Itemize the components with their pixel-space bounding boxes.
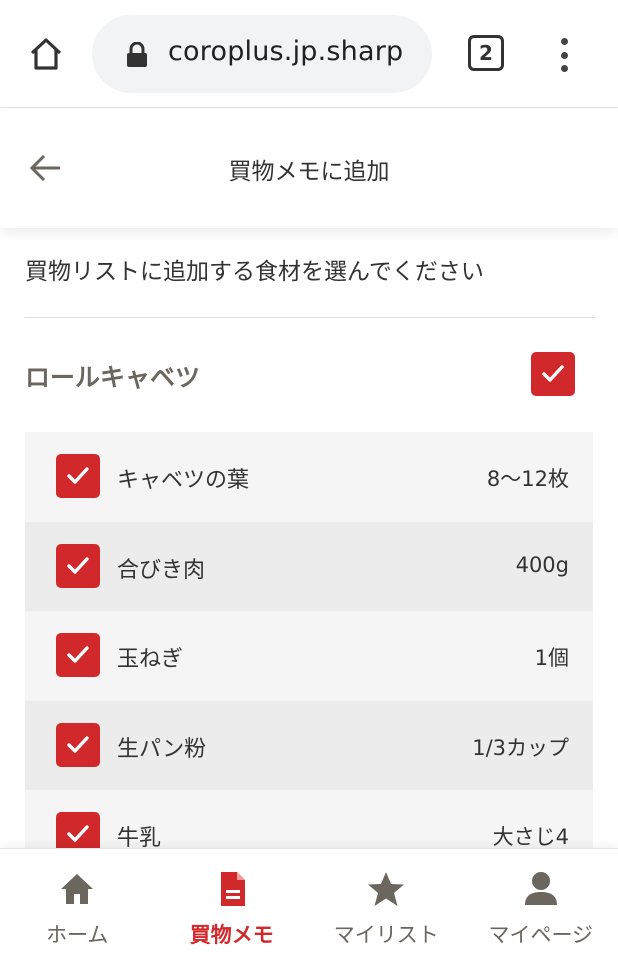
- ingredient-amount: 大さじ4: [492, 825, 569, 849]
- nav-mypage[interactable]: マイページ: [464, 849, 618, 960]
- check-icon: [67, 467, 89, 484]
- page-header: 買物メモに追加: [0, 108, 618, 228]
- nav-memo-label: 買物メモ: [189, 923, 274, 947]
- ingredient-name: 合びき肉: [117, 557, 206, 583]
- person-icon: [521, 869, 561, 909]
- ingredient-checkbox[interactable]: [56, 543, 100, 588]
- nav-mylist-label: マイリスト: [333, 923, 439, 947]
- ingredient-amount: 1/3カップ: [472, 735, 569, 760]
- browser-menu-button[interactable]: [550, 35, 578, 75]
- bottom-nav: ホーム 買物メモ マイリスト マイページ: [0, 848, 618, 960]
- lock-icon: [127, 42, 147, 67]
- ingredient-checkbox[interactable]: [56, 722, 100, 767]
- nav-mypage-label: マイページ: [488, 923, 594, 947]
- nav-memo[interactable]: 買物メモ: [155, 849, 310, 960]
- nav-home-label: ホーム: [46, 923, 109, 947]
- check-icon: [67, 825, 89, 842]
- url-bar[interactable]: coroplus.jp.sharp: [92, 15, 432, 93]
- check-icon: [67, 735, 89, 753]
- tab-switcher-button[interactable]: 2: [468, 35, 504, 71]
- ingredient-row[interactable]: 合びき肉 400g: [25, 521, 593, 611]
- ingredient-row[interactable]: 生パン粉 1/3カップ: [25, 700, 593, 790]
- page-title: 買物メモに追加: [228, 159, 390, 185]
- ingredient-amount: 1個: [534, 646, 569, 670]
- url-text: coroplus.jp.sharp: [168, 36, 404, 67]
- nav-mylist[interactable]: マイリスト: [309, 849, 464, 960]
- home-icon: [30, 38, 62, 70]
- home-icon: [57, 869, 97, 909]
- recipe-select-all-checkbox[interactable]: [531, 352, 575, 396]
- check-icon: [67, 556, 89, 574]
- more-vert-icon: [560, 38, 568, 45]
- ingredient-name: 生パン粉: [117, 736, 207, 762]
- ingredient-checkbox[interactable]: [56, 633, 100, 677]
- nav-home[interactable]: ホーム: [0, 849, 155, 960]
- star-icon: [366, 869, 406, 909]
- ingredient-amount: 400g: [515, 552, 569, 577]
- ingredient-list: キャベツの葉 8〜12枚 合びき肉 400g 玉ねぎ 1個 生パン粉 1/3カッ…: [25, 432, 593, 880]
- browser-home-button[interactable]: [22, 30, 70, 78]
- check-icon: [542, 365, 564, 382]
- instruction-text: 買物リストに追加する食材を選んでください: [25, 259, 484, 285]
- ingredient-row[interactable]: キャベツの葉 8〜12枚: [25, 432, 593, 522]
- recipe-name: ロールキャベツ: [25, 363, 201, 392]
- ingredient-name: キャベツの葉: [117, 468, 250, 493]
- browser-toolbar: coroplus.jp.sharp 2: [0, 0, 618, 108]
- divider: [25, 317, 595, 318]
- ingredient-row[interactable]: 玉ねぎ 1個: [25, 611, 593, 701]
- ingredient-checkbox[interactable]: [56, 454, 100, 498]
- ingredient-name: 玉ねぎ: [117, 647, 184, 672]
- memo-icon: [212, 869, 252, 909]
- check-icon: [67, 646, 89, 663]
- ingredient-amount: 8〜12枚: [486, 467, 569, 491]
- tab-count: 2: [479, 41, 493, 65]
